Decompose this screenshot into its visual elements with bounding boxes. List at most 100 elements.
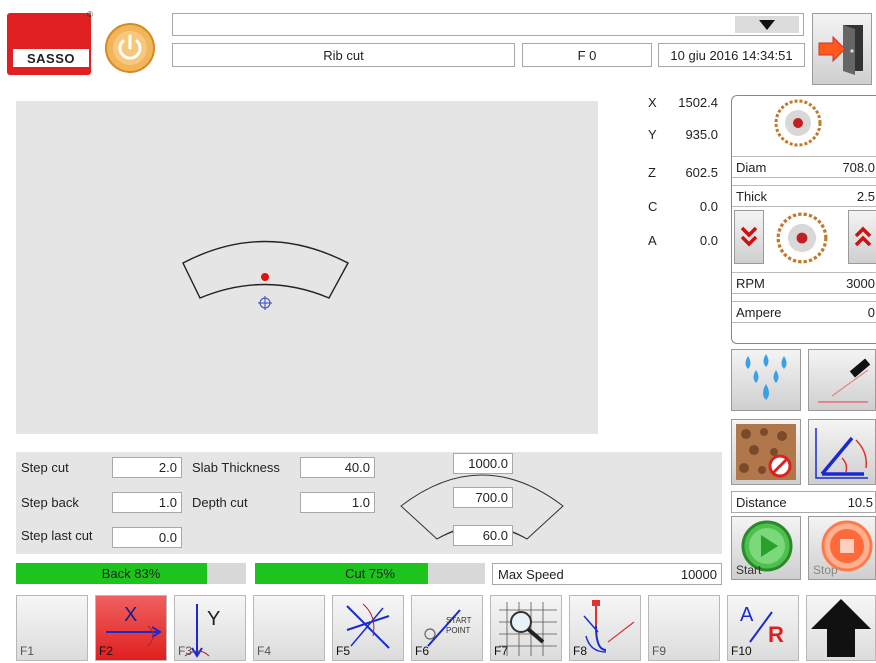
material-button[interactable] [731, 419, 801, 485]
double-chevron-up-icon [854, 226, 872, 247]
stop-label: Stop [813, 563, 838, 577]
f6-glyph-bottom: POINT [446, 626, 471, 635]
cut-preview [16, 101, 598, 434]
cut-progress-label: Cut 75% [345, 566, 395, 581]
axis-y-label: Y [648, 127, 657, 142]
f10-label: F10 [731, 644, 752, 658]
datetime-display: 10 giu 2016 14:34:51 [658, 43, 805, 67]
distance-value: 10.5 [847, 495, 873, 510]
axis-x-value: 1502.4 [678, 95, 718, 110]
blade-mid-icon [776, 210, 828, 266]
axis-a-value: 0.0 [699, 233, 718, 248]
stop-button[interactable]: Stop [808, 516, 876, 580]
distance-label: Distance [736, 495, 787, 510]
rpm-label: RPM [736, 276, 765, 291]
step-cut-input[interactable]: 2.0 [112, 457, 182, 478]
start-button[interactable]: Start [731, 516, 801, 580]
start-label: Start [736, 563, 762, 577]
f7-label: F7 [494, 644, 509, 658]
program-selector[interactable] [172, 13, 804, 36]
axis-a-label: A [648, 233, 657, 248]
distance-row: Distance 10.5 [731, 491, 876, 513]
f2-glyph: X [124, 604, 138, 626]
f10-glyph-r: R [768, 622, 784, 647]
blade-down-button[interactable] [734, 210, 764, 264]
depth-cut-label: Depth cut [192, 495, 248, 510]
step-back-input[interactable]: 1.0 [112, 492, 182, 513]
f2-button[interactable]: X F2 [95, 595, 167, 661]
cut-progress: Cut 75% [255, 563, 485, 584]
axis-c-value: 0.0 [699, 199, 718, 214]
step-last-cut-input[interactable]: 0.0 [112, 527, 182, 548]
max-speed-field[interactable]: Max Speed 10000 [492, 563, 722, 585]
rpm-value: 3000 [846, 276, 875, 291]
exit-door-icon [818, 25, 863, 75]
depth-cut-input[interactable]: 1.0 [300, 492, 375, 513]
f8-button[interactable]: F8 [569, 595, 641, 661]
angle-icon [815, 428, 868, 479]
ampere-row: Ampere 0 [732, 301, 876, 323]
f7-button[interactable]: F7 [490, 595, 562, 661]
power-button[interactable] [104, 22, 156, 74]
f2-label: F2 [99, 644, 114, 658]
angle-button[interactable] [808, 419, 876, 485]
arc-height-input[interactable]: 60.0 [453, 525, 513, 546]
step-last-cut-label: Step last cut [21, 528, 93, 543]
axis-z-value: 602.5 [685, 165, 718, 180]
logo-registered-mark: ® [87, 10, 93, 19]
back-progress-label: Back 83% [101, 566, 161, 581]
axis-readouts: X 1502.4 Y 935.0 Z 602.5 C 0.0 A 0.0 [648, 95, 724, 255]
axis-c-label: C [648, 199, 658, 214]
stone-texture-icon [736, 424, 796, 480]
chevron-down-icon [759, 19, 775, 30]
inner-length-input[interactable]: 700.0 [453, 487, 513, 508]
saw-blade-icon [776, 212, 828, 264]
laser-button[interactable] [808, 349, 876, 411]
blade-panel: Diam 708.0 Thick 2.5 RPM 3000 Ampere 0 [731, 95, 876, 344]
power-icon [105, 23, 155, 73]
axis-x-label: X [648, 95, 657, 110]
slab-thickness-label: Slab Thickness [192, 460, 280, 475]
diam-value: 708.0 [842, 160, 875, 175]
f4-button[interactable]: F4 [253, 595, 325, 661]
step-back-label: Step back [21, 495, 79, 510]
axis-z-label: Z [648, 165, 656, 180]
f8-label: F8 [573, 644, 588, 658]
water-button[interactable] [731, 349, 801, 411]
f9-button[interactable]: F9 [648, 595, 720, 661]
parameters-panel: Step cut 2.0 Step back 1.0 Step last cut… [16, 452, 722, 554]
f5-label: F5 [336, 644, 351, 658]
blade-up-button[interactable] [848, 210, 876, 264]
program-name: Rib cut [172, 43, 515, 67]
blade-top-icon [772, 98, 824, 148]
f9-label: F9 [652, 644, 667, 658]
thick-label: Thick [736, 189, 768, 204]
up-arrow-button[interactable] [806, 595, 876, 661]
f1-label: F1 [20, 644, 35, 658]
f6-label: F6 [415, 644, 430, 658]
outer-length-input[interactable]: 1000.0 [453, 453, 513, 474]
up-arrow-icon [811, 599, 871, 657]
slab-thickness-input[interactable]: 40.0 [300, 457, 375, 478]
max-speed-label: Max Speed [498, 567, 564, 582]
ampere-label: Ampere [736, 305, 782, 320]
f10-button[interactable]: A R F10 [727, 595, 799, 661]
diam-row: Diam 708.0 [732, 156, 876, 178]
exit-button[interactable] [812, 13, 872, 85]
f3-label: F3 [178, 644, 193, 658]
cut-shape-graphic [182, 240, 349, 310]
f6-button[interactable]: START POINT F6 [411, 595, 483, 661]
logo-text: SASSO [13, 49, 89, 67]
f4-label: F4 [257, 644, 272, 658]
feed-display: F 0 [522, 43, 652, 67]
f3-button[interactable]: Y F3 [174, 595, 246, 661]
f5-button[interactable]: F5 [332, 595, 404, 661]
rpm-row: RPM 3000 [732, 272, 876, 294]
f6-glyph-top: START [446, 616, 472, 625]
thick-row: Thick 2.5 [732, 185, 876, 207]
f3-glyph: Y [207, 608, 221, 630]
double-chevron-down-icon [740, 226, 758, 247]
f1-button[interactable]: F1 [16, 595, 88, 661]
dropdown-button[interactable] [735, 16, 799, 33]
diam-label: Diam [736, 160, 767, 175]
